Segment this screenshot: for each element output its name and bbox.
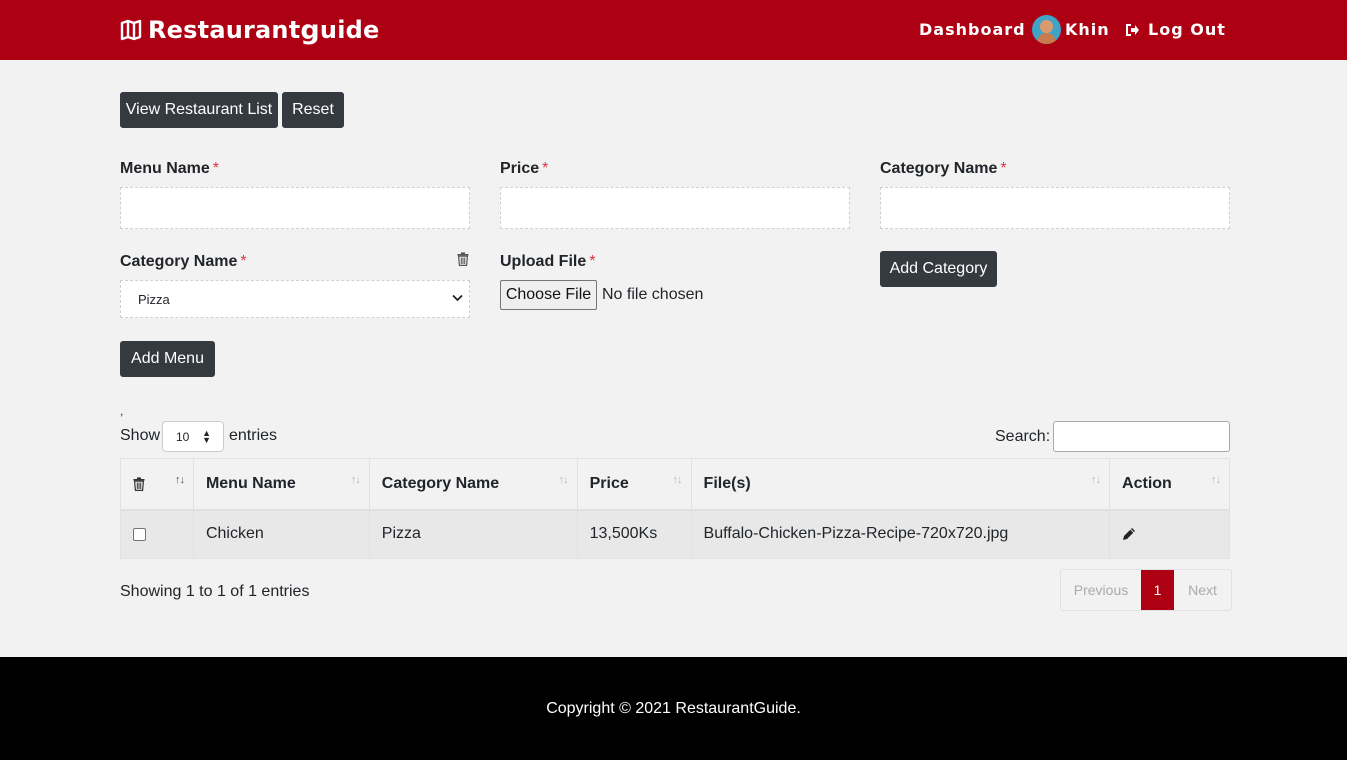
pagination-next[interactable]: Next [1174,570,1231,610]
row-select-cell [120,509,194,559]
brand-text-suffix: uide [319,16,380,44]
brand-text-prefix: Restaurant [148,16,301,44]
column-header-delete[interactable]: ↑↓ [120,458,194,511]
column-header-menu-name[interactable]: Menu Name ↑↓ [192,458,370,511]
cell-category-name: Pizza [368,509,578,559]
nav-user-profile[interactable]: Khin [1032,14,1110,44]
cell-file: Buffalo-Chicken-Pizza-Recipe-720x720.jpg [690,509,1111,559]
column-header-price[interactable]: Price ↑↓ [576,458,692,511]
cell-price: 13,500Ks [576,509,692,559]
column-header-files[interactable]: File(s) ↑↓ [690,458,1111,511]
menu-name-input[interactable] [120,187,470,229]
top-navbar: Restaurant g uide Dashboard Khin Log Out [0,0,1347,60]
trash-icon[interactable] [133,476,145,491]
column-header-action[interactable]: Action ↑↓ [1109,458,1230,511]
pencil-icon[interactable] [1122,527,1136,541]
category-select[interactable]: Pizza [120,280,470,318]
search-label: Search: [995,428,1051,445]
category-select-value: Pizza [138,291,170,307]
search-input[interactable] [1053,421,1230,452]
pagination-previous[interactable]: Previous [1061,570,1141,610]
category-name-input[interactable] [880,187,1230,229]
sort-icon: ↑↓ [350,474,361,486]
menu-table: ↑↓ Menu Name ↑↓ Category Name ↑↓ Price ↑↓ F… [120,458,1230,559]
category-name-label: Category Name * [880,160,1007,177]
choose-file-button[interactable]: Choose File [500,280,597,310]
pagination: Previous 1 Next [1060,569,1232,611]
menu-name-label: Menu Name * [120,160,220,177]
sort-icon: ↑↓ [1211,474,1221,486]
entries-label: entries [229,427,278,444]
price-input[interactable] [500,187,850,229]
cell-action [1109,509,1230,559]
cell-menu-name: Chicken [192,509,370,559]
price-label: Price * [500,160,549,177]
table-row: Chicken Pizza 13,500Ks Buffalo-Chicken-P… [120,509,1230,559]
upload-file-label: Upload File * [500,253,596,270]
user-name: Khin [1065,19,1110,39]
reset-button[interactable]: Reset [282,92,344,128]
sort-icon: ↑↓ [558,474,569,486]
add-category-button[interactable]: Add Category [880,251,997,287]
view-restaurant-list-button[interactable]: View Restaurant List [120,92,278,128]
chevron-down-icon [452,294,463,302]
table-header-row: ↑↓ Menu Name ↑↓ Category Name ↑↓ Price ↑↓ F… [120,458,1230,511]
nav-dashboard-link[interactable]: Dashboard [919,20,1026,39]
entries-value: 10 [176,429,190,444]
sort-icon: ↑↓ [1091,474,1101,486]
brand-logo[interactable]: Restaurant g uide [120,14,380,46]
sign-out-icon [1126,23,1139,36]
show-label: Show [120,427,161,444]
sort-icon: ↑↓ [672,474,683,486]
footer-copyright: Copyright © 2021 RestaurantGuide. [546,700,801,717]
logout-label: Log Out [1148,20,1226,39]
nav-logout-link[interactable]: Log Out [1125,20,1226,39]
pagination-page-1[interactable]: 1 [1141,570,1174,610]
category-select-label: Category Name * [120,253,247,270]
sort-icon: ↑↓ [174,474,185,486]
trash-icon[interactable] [457,252,469,266]
file-status-text: No file chosen [602,286,704,303]
table-info-text: Showing 1 to 1 of 1 entries [120,583,310,600]
updown-icon: ▲ ▼ [202,428,211,445]
row-checkbox[interactable] [133,527,146,541]
map-icon [120,19,142,41]
avatar [1032,14,1061,44]
brand-text-accent: g [300,14,320,46]
column-header-category-name[interactable]: Category Name ↑↓ [368,458,578,511]
add-menu-button[interactable]: Add Menu [120,341,215,377]
stray-text: , [120,404,124,418]
entries-per-page-select[interactable]: 10 ▲ ▼ [162,421,224,452]
